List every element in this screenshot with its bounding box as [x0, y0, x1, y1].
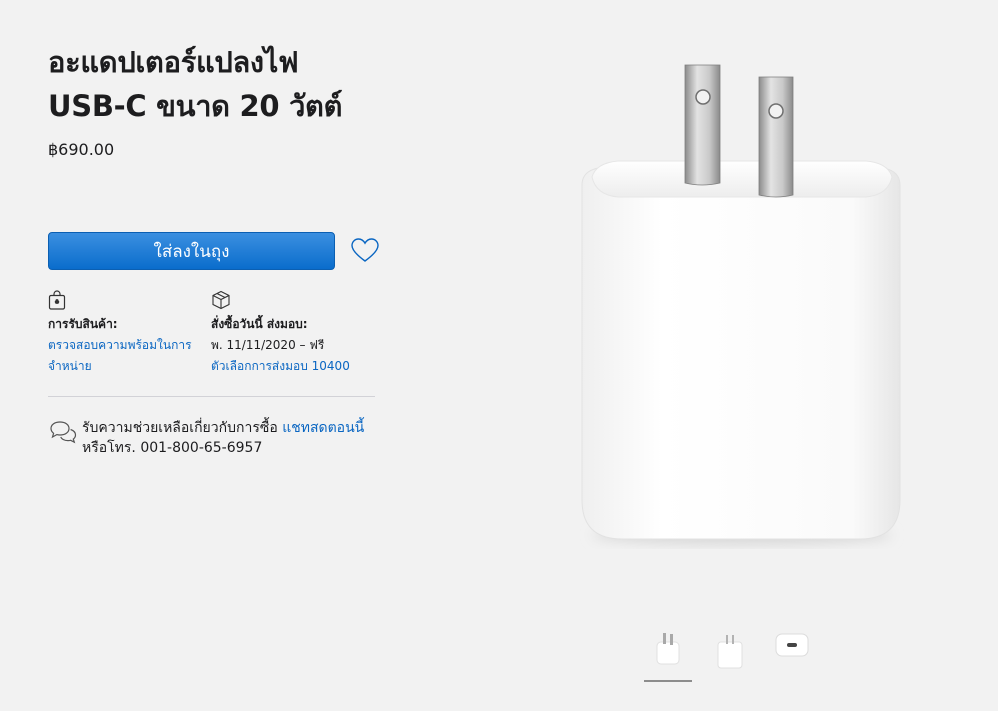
postcode-link[interactable]: 10400 — [312, 359, 350, 373]
product-image — [581, 64, 901, 545]
pickup-heading: การรับสินค้า: — [48, 317, 118, 331]
delivery-heading: สั่งซื้อวันนี้ ส่งมอบ: — [211, 317, 308, 331]
help-text: รับความช่วยเหลือเกี่ยวกับการซื้อ — [82, 420, 278, 436]
add-to-bag-button[interactable]: ใส่ลงในถุง — [48, 232, 335, 270]
package-box-icon — [211, 290, 374, 312]
product-info: อะแดปเตอร์แปลงไฟ USB-C ขนาด 20 วัตต์ ฿69… — [48, 40, 379, 456]
pickup-column: การรับสินค้า: ตรวจสอบความพร้อมในการจำหน่… — [48, 290, 211, 377]
phone-text: หรือโทร. 001-800-65-6957 — [82, 440, 263, 456]
apple-bag-icon — [48, 290, 211, 312]
delivery-date: พ. 11/11/2020 – ฟรี — [211, 338, 325, 352]
section-divider — [48, 396, 375, 397]
purchase-actions: ใส่ลงในถุง — [48, 232, 380, 270]
chat-bubbles-icon — [50, 421, 77, 444]
product-price: ฿690.00 — [48, 140, 115, 159]
heart-icon[interactable] — [350, 236, 380, 266]
live-chat-link[interactable]: แชทสดตอนนี้ — [282, 420, 364, 436]
check-availability-link[interactable]: ตรวจสอบความพร้อมในการจำหน่าย — [48, 338, 192, 373]
fulfillment-info: การรับสินค้า: ตรวจสอบความพร้อมในการจำหน่… — [48, 290, 375, 377]
thumbnail-side[interactable] — [706, 630, 754, 682]
thumbnail-gallery — [644, 630, 830, 682]
thumbnail-port[interactable] — [768, 630, 816, 682]
purchase-help: รับความช่วยเหลือเกี่ยวกับการซื้อ แชทสดตอ… — [48, 418, 364, 458]
delivery-options-link[interactable]: ตัวเลือกการส่งมอบ — [211, 359, 308, 373]
delivery-column: สั่งซื้อวันนี้ ส่งมอบ: พ. 11/11/2020 – ฟ… — [211, 290, 374, 377]
product-title: อะแดปเตอร์แปลงไฟ USB-C ขนาด 20 วัตต์ — [48, 45, 343, 123]
thumbnail-front[interactable] — [644, 630, 692, 682]
